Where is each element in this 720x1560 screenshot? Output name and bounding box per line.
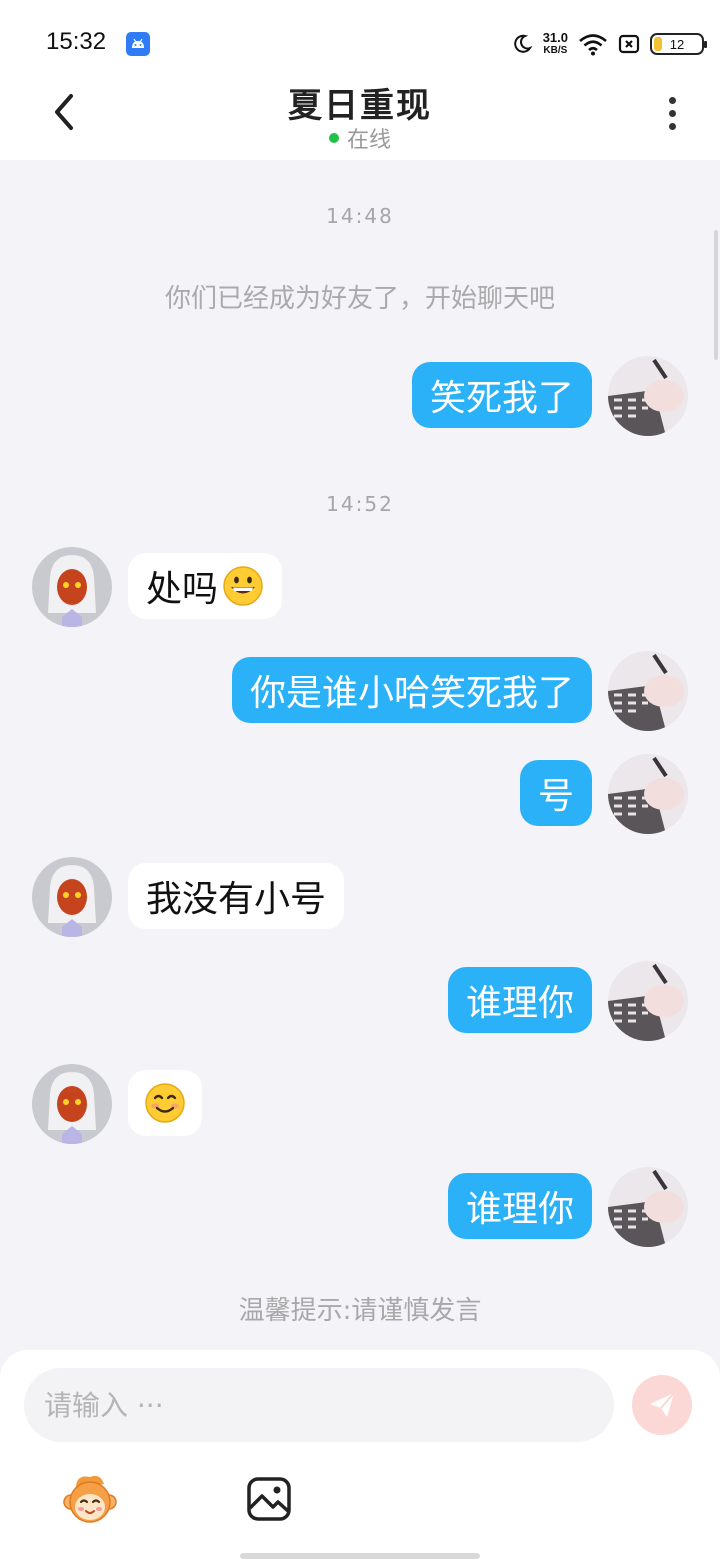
chat-header: 夏日重现 在线	[0, 70, 720, 160]
message-row: 号	[0, 754, 720, 834]
battery-icon: 12	[650, 33, 707, 55]
system-notice: 你们已经成为好友了，开始聊天吧	[164, 284, 555, 314]
message-bubble-outgoing[interactable]: 谁理你	[447, 967, 592, 1033]
grinning-face-emoji-icon	[223, 566, 263, 606]
more-dot-icon	[668, 122, 676, 130]
online-status: 在线	[0, 122, 720, 154]
more-options-button[interactable]	[652, 88, 692, 138]
message-bubble-outgoing[interactable]: 你是谁小哈笑死我了	[231, 657, 592, 723]
message-row: 处吗	[0, 547, 720, 627]
network-speed-unit: KB/S	[543, 45, 568, 56]
my-avatar[interactable]	[608, 356, 688, 436]
time-divider: 14:52	[326, 492, 394, 516]
warning-tip: 温馨提示:请谨慎发言	[238, 1296, 482, 1326]
my-avatar[interactable]	[608, 754, 688, 834]
status-bar: 15:32 31.0 KB/S 12	[0, 0, 720, 70]
message-bubble-incoming[interactable]: 处吗	[128, 553, 283, 619]
my-avatar[interactable]	[608, 1167, 688, 1247]
image-icon	[247, 1477, 291, 1521]
message-row: 笑死我了	[0, 356, 720, 436]
message-text: 我没有小号	[146, 879, 327, 920]
more-dot-icon	[668, 109, 676, 117]
home-indicator[interactable]	[240, 1553, 480, 1559]
message-row: 谁理你	[0, 1167, 720, 1247]
time-divider: 14:48	[326, 204, 394, 228]
message-text: 你是谁小哈笑死我了	[249, 673, 574, 714]
message-bubble-outgoing[interactable]: 笑死我了	[411, 362, 592, 428]
contact-avatar[interactable]	[32, 857, 112, 937]
smiling-face-emoji-icon	[145, 1083, 185, 1123]
network-speed-value: 31.0	[542, 30, 568, 45]
message-text: 谁理你	[465, 1189, 574, 1230]
message-text: 处吗	[146, 569, 219, 610]
send-button[interactable]	[632, 1375, 692, 1435]
message-row: 你是谁小哈笑死我了	[0, 651, 720, 731]
monkey-sticker-icon	[63, 1475, 117, 1523]
input-panel	[0, 1350, 720, 1560]
network-speed: 31.0 KB/S	[543, 31, 568, 57]
battery-level: 12	[669, 36, 685, 52]
message-bubble-outgoing[interactable]: 号	[519, 760, 592, 826]
my-avatar[interactable]	[608, 651, 688, 731]
moon-icon	[513, 34, 533, 53]
sticker-button[interactable]	[62, 1474, 118, 1526]
more-dot-icon	[668, 96, 676, 104]
contact-avatar[interactable]	[32, 547, 112, 627]
wifi-icon	[579, 34, 607, 56]
android-app-icon	[126, 32, 150, 56]
message-text: 号	[537, 776, 574, 817]
sim-icon	[618, 34, 640, 54]
message-bubble-incoming[interactable]	[128, 1070, 202, 1136]
status-icons: 31.0 KB/S 12	[511, 28, 707, 60]
contact-avatar[interactable]	[32, 1064, 112, 1144]
message-bubble-incoming[interactable]: 我没有小号	[128, 863, 345, 929]
message-input[interactable]	[24, 1368, 614, 1442]
message-row	[0, 1064, 720, 1144]
message-row: 谁理你	[0, 961, 720, 1041]
online-dot-icon	[328, 133, 339, 143]
status-time: 15:32	[46, 28, 107, 55]
message-bubble-outgoing[interactable]: 谁理你	[447, 1173, 592, 1239]
send-icon	[650, 1392, 675, 1417]
message-text: 笑死我了	[429, 378, 574, 419]
chat-title: 夏日重现	[288, 86, 432, 126]
image-picker-button[interactable]	[246, 1476, 292, 1522]
my-avatar[interactable]	[608, 961, 688, 1041]
message-row: 我没有小号	[0, 857, 720, 937]
chat-screen: 15:32 31.0 KB/S 12 夏日重现 在线 14:48 你们已经成为好…	[0, 0, 720, 1560]
online-status-label: 在线	[346, 128, 391, 153]
message-list[interactable]: 14:48 你们已经成为好友了，开始聊天吧 笑死我了 14:52 处吗 你是谁小…	[0, 160, 720, 1350]
message-text: 谁理你	[465, 983, 574, 1024]
